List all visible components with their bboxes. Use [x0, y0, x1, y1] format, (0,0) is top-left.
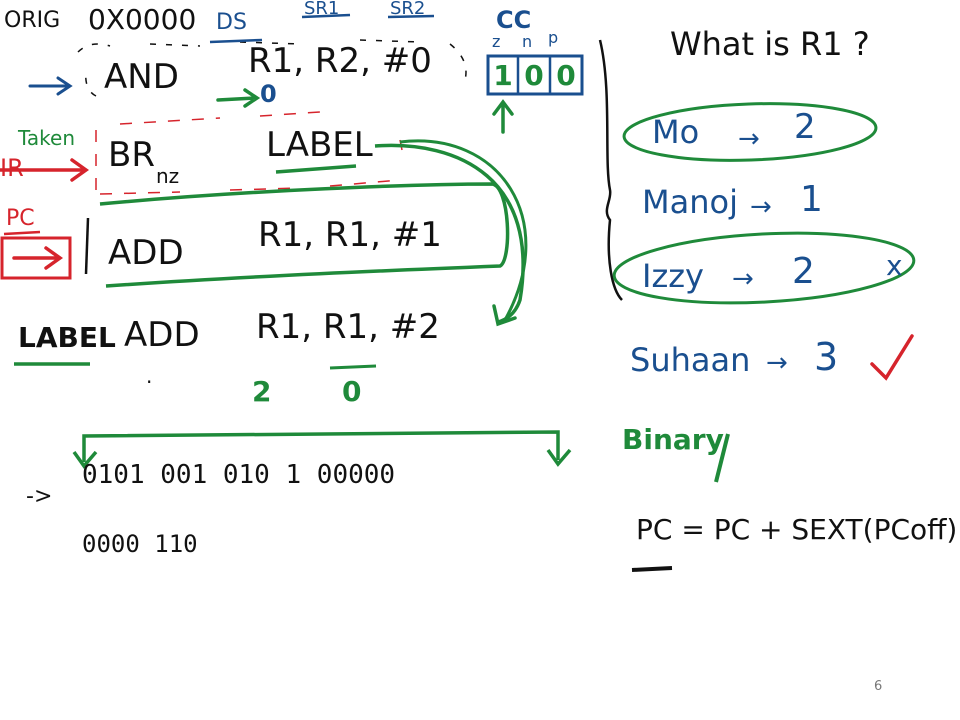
- and-row-arrow: [28, 76, 73, 96]
- cc-up-arrow: [492, 99, 514, 134]
- orig-directive: ORIG: [4, 8, 61, 33]
- cc-flag-n: n: [522, 32, 533, 51]
- code-operands-add-2: R1, R1, #2: [256, 307, 440, 347]
- quiz-question: What is R1 ?: [670, 25, 870, 63]
- code-op-add-1: ADD: [108, 233, 184, 273]
- code-op-and: AND: [104, 57, 179, 97]
- answer-value-suhaan: 3: [814, 335, 839, 379]
- cc-value-n: 0: [524, 58, 544, 92]
- code-operands-and: R1, R2, #0: [248, 41, 432, 81]
- code-op-add-2: ADD: [124, 315, 200, 355]
- ir-label: IR: [0, 154, 24, 182]
- divider-brace: [598, 39, 623, 301]
- answer-value-izzy: 2: [792, 251, 815, 292]
- binary-line-2: 0000 110: [82, 530, 198, 558]
- answer-name-manoj: Manoj: [642, 183, 738, 221]
- and-result-zero: 0: [260, 80, 277, 108]
- answer-arrow: →: [750, 192, 772, 222]
- binary-arrow: ->: [26, 484, 53, 509]
- orig-address: 0X0000: [88, 3, 197, 36]
- label-underline: [275, 164, 357, 174]
- pc-formula: PC = PC + SEXT(PCoff): [636, 513, 958, 546]
- code-operands-add-1: R1, R1, #1: [258, 215, 442, 255]
- answer-value-manoj: 1: [800, 179, 823, 220]
- correct-check-mark: [870, 334, 914, 381]
- r1-before-value: 2: [252, 375, 272, 408]
- code-op-br: BR: [108, 135, 155, 175]
- binary-line-1: 0101 001 010 1 00000: [82, 460, 396, 490]
- wrong-mark: x: [886, 249, 903, 282]
- cc-title: CC: [496, 6, 532, 34]
- col-label-sr1: SR1: [304, 0, 340, 19]
- cc-flag-z: z: [492, 32, 501, 51]
- col-label-sr2: SR2: [390, 0, 426, 19]
- page-number: 6: [874, 679, 883, 694]
- answer-arrow: →: [738, 124, 760, 154]
- answer-name-mo: Mo: [652, 113, 700, 151]
- cc-value-z: 1: [493, 58, 513, 92]
- slide-page: ORIG 0X0000 DS SR1 SR2 CC z n p 1 0 0 AN…: [0, 0, 960, 720]
- stray-dot: .: [146, 364, 153, 388]
- pc-label: PC: [6, 206, 35, 231]
- answer-name-izzy: Izzy: [642, 257, 704, 295]
- cc-value-p: 0: [556, 58, 576, 92]
- code-label: LABEL: [18, 321, 116, 354]
- answer-arrow: →: [732, 264, 754, 294]
- cc-flag-p: p: [548, 28, 559, 47]
- answer-value-mo: 2: [794, 107, 816, 147]
- taken-label: Taken: [18, 126, 76, 150]
- answer-arrow: →: [766, 348, 788, 378]
- code-operands-br: LABEL: [266, 125, 373, 165]
- binary-bracket: [82, 430, 560, 462]
- r1-after-value: 0: [342, 375, 362, 408]
- br-condition-nz: nz: [156, 164, 180, 188]
- pc-arrow: [12, 246, 64, 270]
- col-label-ds: DS: [216, 10, 247, 35]
- pc-underline: [3, 230, 41, 236]
- and-result-arrow: [216, 88, 261, 108]
- binary-note: Binary: [622, 423, 724, 456]
- answer-name-suhaan: Suhaan: [630, 341, 751, 379]
